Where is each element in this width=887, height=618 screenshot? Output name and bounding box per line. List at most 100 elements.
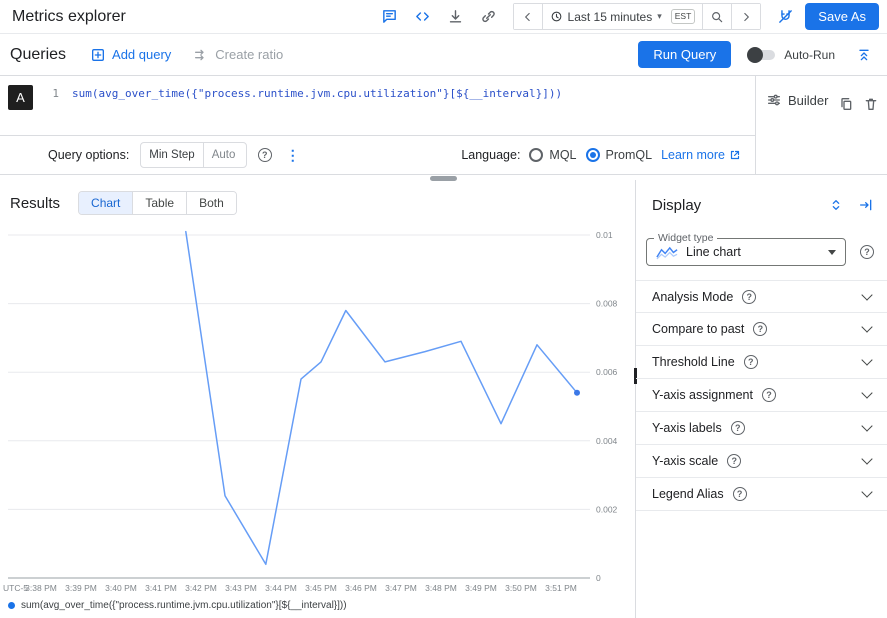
help-icon[interactable]: ?	[753, 322, 767, 336]
expand-all-sections-button[interactable]	[825, 193, 847, 217]
legend-series-label: sum(avg_over_time({"process.runtime.jvm.…	[21, 600, 347, 611]
svg-text:0.002: 0.002	[596, 504, 618, 514]
feedback-button[interactable]	[377, 5, 403, 29]
tab-both[interactable]: Both	[186, 192, 236, 214]
save-as-button[interactable]: Save As	[805, 3, 879, 30]
results-title: Results	[10, 195, 60, 212]
min-step-control[interactable]: Min Step Auto	[140, 142, 246, 168]
display-panel-title: Display	[652, 197, 701, 214]
download-icon	[447, 8, 464, 25]
tab-table[interactable]: Table	[132, 192, 186, 214]
chevron-right-icon	[739, 10, 753, 24]
promql-query-text[interactable]: sum(avg_over_time({"process.runtime.jvm.…	[72, 87, 562, 100]
svg-text:3:51 PM: 3:51 PM	[545, 583, 577, 593]
chart-legend[interactable]: sum(avg_over_time({"process.runtime.jvm.…	[8, 600, 347, 611]
chevron-down-icon: ▾	[657, 12, 662, 21]
min-step-label: Min Step	[141, 143, 203, 167]
copy-query-button[interactable]	[837, 92, 853, 116]
builder-toggle-button[interactable]: Builder	[766, 92, 828, 108]
results-view-tabs: Chart Table Both	[78, 191, 237, 215]
section-compare-to-past[interactable]: Compare to past ?	[636, 313, 887, 346]
widget-type-help-icon[interactable]: ?	[860, 245, 874, 259]
min-step-input[interactable]: Auto	[204, 143, 246, 167]
open-in-new-icon	[729, 149, 741, 161]
svg-text:0: 0	[596, 573, 601, 583]
language-selector: Language: MQL PromQL Learn more	[461, 148, 741, 162]
query-options-row: Query options: Min Step Auto ? ⋮ Languag…	[0, 135, 755, 174]
chevron-down-icon	[861, 453, 872, 464]
svg-text:0.006: 0.006	[596, 367, 618, 377]
svg-text:3:50 PM: 3:50 PM	[505, 583, 537, 593]
unfold-more-icon	[828, 197, 844, 213]
add-query-button[interactable]: Add query	[90, 47, 171, 63]
line-number: 1	[41, 87, 59, 100]
time-range-value: Last 15 minutes	[568, 10, 653, 24]
run-query-button[interactable]: Run Query	[638, 41, 731, 68]
help-icon[interactable]: ?	[762, 388, 776, 402]
time-search-button[interactable]	[702, 4, 731, 29]
query-letter-badge: A	[8, 85, 33, 110]
autorun-toggle[interactable]	[749, 50, 775, 60]
section-y-axis-assignment[interactable]: Y-axis assignment ?	[636, 379, 887, 412]
share-link-button[interactable]	[476, 5, 502, 29]
promql-label: PromQL	[606, 148, 653, 162]
time-range-button[interactable]: Last 15 minutes ▾ EST	[542, 4, 703, 29]
magnet-off-button[interactable]	[772, 5, 798, 29]
chevron-down-icon	[861, 486, 872, 497]
timezone-badge: EST	[671, 9, 696, 24]
query-options-label: Query options:	[48, 148, 129, 162]
time-forward-button[interactable]	[731, 4, 760, 29]
code-button[interactable]	[410, 5, 436, 29]
learn-more-label: Learn more	[661, 148, 725, 162]
query-editor: A 1 sum(avg_over_time({"process.runtime.…	[0, 75, 887, 175]
page-title: Metrics explorer	[12, 8, 126, 26]
section-label: Compare to past	[652, 322, 744, 336]
help-icon[interactable]: ?	[731, 421, 745, 435]
svg-text:3:45 PM: 3:45 PM	[305, 583, 337, 593]
svg-text:3:39 PM: 3:39 PM	[65, 583, 97, 593]
svg-text:3:46 PM: 3:46 PM	[345, 583, 377, 593]
collapse-queries-button[interactable]	[851, 43, 877, 67]
more-options-icon[interactable]: ⋮	[283, 147, 303, 164]
create-ratio-button[interactable]: Create ratio	[193, 47, 283, 63]
svg-text:0.01: 0.01	[596, 230, 613, 240]
language-option-mql[interactable]: MQL	[529, 148, 576, 162]
section-y-axis-scale[interactable]: Y-axis scale ?	[636, 445, 887, 478]
display-panel: Display Widget type Line chart ? Anal	[635, 180, 887, 618]
download-button[interactable]	[443, 5, 469, 29]
section-analysis-mode[interactable]: Analysis Mode ?	[636, 280, 887, 313]
section-threshold-line[interactable]: Threshold Line ?	[636, 346, 887, 379]
svg-text:3:49 PM: 3:49 PM	[465, 583, 497, 593]
svg-text:3:47 PM: 3:47 PM	[385, 583, 417, 593]
min-step-help-icon[interactable]: ?	[258, 148, 272, 162]
learn-more-link[interactable]: Learn more	[661, 148, 741, 162]
query-editor-tools: Builder	[755, 76, 887, 174]
section-label: Y-axis labels	[652, 421, 722, 435]
time-range-control: Last 15 minutes ▾ EST	[513, 3, 762, 30]
section-legend-alias[interactable]: Legend Alias ?	[636, 478, 887, 511]
section-y-axis-labels[interactable]: Y-axis labels ?	[636, 412, 887, 445]
help-icon[interactable]: ?	[742, 290, 756, 304]
help-icon[interactable]: ?	[727, 454, 741, 468]
line-chart-icon	[656, 245, 678, 260]
widget-type-select[interactable]: Widget type Line chart	[646, 238, 846, 266]
help-icon[interactable]: ?	[744, 355, 758, 369]
chevron-left-icon	[521, 10, 535, 24]
time-back-button[interactable]	[514, 4, 542, 29]
delete-query-button[interactable]	[863, 92, 879, 116]
magnet-off-icon	[777, 8, 794, 25]
code-editor[interactable]: 1 sum(avg_over_time({"process.runtime.jv…	[41, 76, 755, 135]
tab-chart[interactable]: Chart	[79, 192, 132, 214]
collapse-panel-button[interactable]	[855, 193, 877, 217]
language-option-promql[interactable]: PromQL	[586, 148, 653, 162]
link-icon	[480, 8, 497, 25]
help-icon[interactable]: ?	[733, 487, 747, 501]
collapse-right-icon	[858, 197, 874, 213]
create-ratio-label: Create ratio	[215, 47, 283, 62]
legend-series-dot	[8, 602, 15, 609]
svg-text:3:41 PM: 3:41 PM	[145, 583, 177, 593]
chevron-down-icon	[828, 250, 836, 255]
section-label: Threshold Line	[652, 355, 735, 369]
svg-text:0.004: 0.004	[596, 436, 618, 446]
create-ratio-icon	[193, 47, 209, 63]
